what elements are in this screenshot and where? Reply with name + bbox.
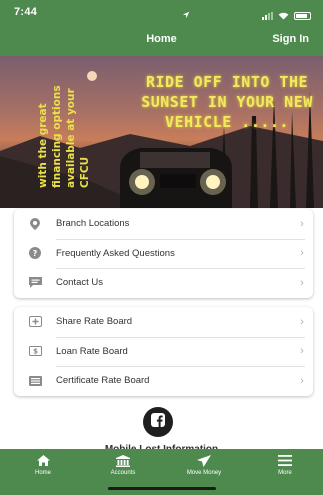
chevron-right-icon: › bbox=[300, 276, 304, 289]
menu-item-label: Loan Rate Board bbox=[56, 345, 128, 357]
chevron-right-icon: › bbox=[300, 315, 304, 328]
menu-item-label: Frequently Asked Questions bbox=[56, 247, 175, 259]
menu-item-label: Share Rate Board bbox=[56, 316, 133, 328]
menu-item-contact-us[interactable]: Contact Us › bbox=[14, 268, 313, 298]
banner-vertical-text: with the great financing options availab… bbox=[36, 68, 92, 188]
chevron-right-icon: › bbox=[300, 374, 304, 387]
cellular-signal-icon bbox=[262, 12, 273, 20]
tab-accounts[interactable]: Accounts bbox=[93, 454, 153, 476]
banner-vertical-line: with the great bbox=[37, 103, 49, 188]
nav-bar: Home Sign In bbox=[0, 24, 323, 56]
tab-move-money[interactable]: Move Money bbox=[174, 454, 234, 476]
location-pin-icon bbox=[14, 217, 56, 230]
facebook-button[interactable] bbox=[143, 407, 173, 437]
status-time: 7:44 bbox=[14, 6, 38, 18]
menu-item-loan-rate-board[interactable]: $ Loan Rate Board › bbox=[14, 336, 313, 367]
facebook-icon bbox=[151, 412, 165, 432]
location-arrow-icon bbox=[182, 6, 190, 24]
menu-item-branch-locations[interactable]: Branch Locations › bbox=[14, 209, 313, 239]
menu-item-share-rate-board[interactable]: Share Rate Board › bbox=[14, 307, 313, 337]
promo-banner[interactable]: with the great financing options availab… bbox=[0, 56, 323, 208]
sign-in-button[interactable]: Sign In bbox=[272, 33, 309, 45]
home-icon bbox=[13, 454, 73, 467]
chevron-right-icon: › bbox=[300, 247, 304, 260]
battery-icon bbox=[294, 12, 311, 20]
home-indicator[interactable] bbox=[108, 487, 216, 490]
rates-menu-group: Share Rate Board › $ Loan Rate Board › C… bbox=[14, 307, 313, 396]
chat-bubble-icon bbox=[14, 277, 56, 289]
banner-vertical-line: CFCU bbox=[79, 156, 91, 188]
list-lines-icon bbox=[14, 375, 56, 386]
bank-icon bbox=[93, 454, 153, 467]
wifi-icon bbox=[278, 7, 289, 25]
menu-item-label: Certificate Rate Board bbox=[56, 375, 150, 387]
tab-home[interactable]: Home bbox=[13, 454, 73, 476]
menu-item-label: Contact Us bbox=[56, 277, 103, 289]
menu-item-faq[interactable]: ? Frequently Asked Questions › bbox=[14, 238, 313, 269]
tab-label: Accounts bbox=[110, 470, 136, 476]
svg-text:?: ? bbox=[33, 249, 38, 258]
dollar-card-icon: $ bbox=[14, 346, 56, 357]
tab-label: Home bbox=[34, 470, 51, 476]
menu-icon bbox=[255, 454, 315, 467]
chevron-right-icon: › bbox=[300, 345, 304, 358]
tab-label: Move Money bbox=[186, 470, 222, 476]
menu-item-certificate-rate-board[interactable]: Certificate Rate Board › bbox=[14, 366, 313, 396]
vehicle bbox=[120, 148, 232, 208]
status-icons bbox=[182, 7, 311, 25]
tab-label: More bbox=[278, 470, 292, 476]
menu-item-label: Branch Locations bbox=[56, 218, 130, 230]
plus-square-icon bbox=[14, 316, 56, 328]
banner-headline: RIDE OFF INTO THE SUNSET IN YOUR NEW VEH… bbox=[141, 73, 313, 131]
banner-vertical-line: financing options bbox=[51, 85, 63, 188]
paper-plane-icon bbox=[174, 454, 234, 467]
chevron-right-icon: › bbox=[300, 217, 304, 230]
status-bar: 7:44 bbox=[0, 0, 323, 24]
svg-text:$: $ bbox=[33, 348, 38, 356]
info-menu-group: Branch Locations › ? Frequently Asked Qu… bbox=[14, 209, 313, 298]
question-circle-icon: ? bbox=[14, 247, 56, 260]
banner-vertical-line: available at your bbox=[65, 88, 77, 188]
tab-more[interactable]: More bbox=[255, 454, 315, 476]
